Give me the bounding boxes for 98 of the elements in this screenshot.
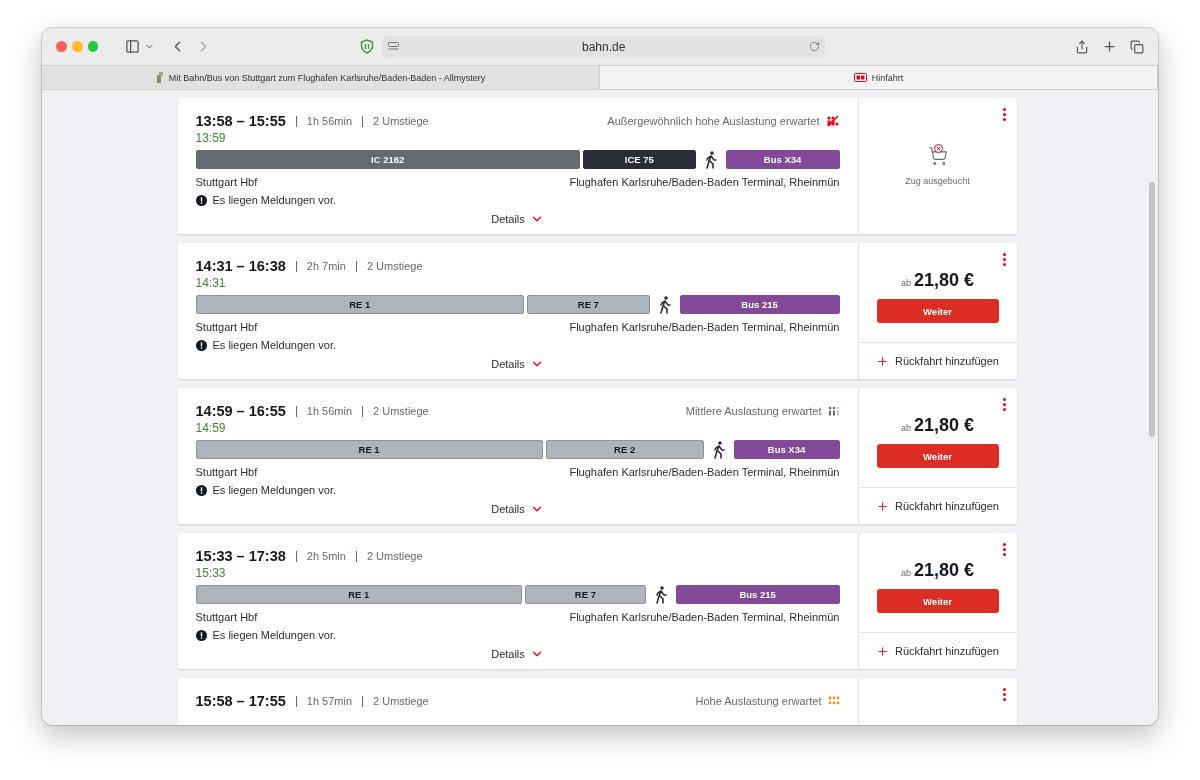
- train-segment: Bus X34: [733, 440, 840, 459]
- train-segment: RE 1: [195, 295, 525, 314]
- share-icon[interactable]: [1075, 39, 1089, 54]
- train-segment: IC 2162: [195, 150, 580, 169]
- more-options-icon[interactable]: [1002, 543, 1006, 556]
- destination-station: Flughafen Karlsruhe/Baden-Baden Terminal, Rheinmün: [569, 176, 840, 188]
- more-options-icon[interactable]: [1002, 253, 1006, 266]
- departure-arrival-times: 15:58 – 17:55: [195, 693, 286, 709]
- transfers: 2 Umstiege: [366, 260, 423, 272]
- continue-button[interactable]: Weiter: [876, 299, 999, 323]
- transfers: 2 Umstiege: [373, 115, 429, 127]
- sidebar-icon[interactable]: [125, 39, 141, 54]
- train-segment: RE 1: [195, 585, 523, 604]
- duration: 2h 7min: [306, 260, 346, 272]
- alert-icon: [195, 629, 207, 641]
- cart-unavailable-icon: [927, 146, 948, 166]
- address-bar[interactable]: bahn.de: [382, 35, 825, 58]
- browser-tab[interactable]: Hinfahrt: [600, 66, 1158, 89]
- plus-icon: [876, 354, 889, 368]
- price-prefix: ab: [900, 568, 911, 578]
- plus-icon: [876, 644, 889, 658]
- crowded-warning-icon: [825, 115, 840, 127]
- tab-title: Mit Bahn/Bus von Stuttgart zum Flughafen Karlsruhe/Baden-Baden - Allmystery: [168, 72, 486, 83]
- more-options-icon[interactable]: [1002, 398, 1006, 411]
- details-toggle[interactable]: Details: [491, 502, 544, 516]
- browser-tab[interactable]: Mit Bahn/Bus von Stuttgart zum Flughafen Karlsruhe/Baden-Baden - Allmystery: [42, 66, 600, 89]
- transfers: 2 Umstiege: [373, 405, 429, 417]
- departure-arrival-times: 15:33 – 17:38: [195, 548, 286, 564]
- destination-station: Flughafen Karlsruhe/Baden-Baden Terminal, Rheinmün: [569, 321, 840, 333]
- site-favicon-icon: [155, 72, 164, 83]
- occupancy-icon: [827, 696, 840, 706]
- train-segment: RE 1: [195, 440, 543, 459]
- booked-out-label: Zug ausgebucht: [905, 176, 970, 186]
- destination-station: Flughafen Karlsruhe/Baden-Baden Terminal, Rheinmün: [569, 466, 840, 478]
- train-segment: Bus 215: [675, 585, 840, 604]
- more-options-icon[interactable]: [1002, 688, 1006, 701]
- details-toggle[interactable]: Details: [491, 357, 544, 371]
- notice-text: Es liegen Meldungen vor.: [212, 339, 337, 351]
- departure-arrival-times: 13:58 – 15:55: [195, 113, 286, 129]
- alert-icon: [195, 484, 207, 496]
- train-segment: RE 7: [525, 585, 646, 604]
- notice-text: Es liegen Meldungen vor.: [212, 629, 337, 641]
- occupancy-label: Mittlere Auslastung erwartet: [685, 405, 822, 417]
- walking-person-icon: [658, 295, 671, 314]
- price: 21,80 €: [913, 560, 975, 581]
- page-menu-icon[interactable]: [388, 42, 400, 51]
- walking-person-icon: [654, 585, 667, 604]
- departure-arrival-times: 14:59 – 16:55: [195, 403, 286, 419]
- continue-button[interactable]: Weiter: [876, 589, 999, 613]
- continue-button[interactable]: Weiter: [876, 444, 999, 468]
- destination-station: Flughafen Karlsruhe/Baden-Baden Terminal, Rheinmün: [569, 611, 840, 623]
- plus-icon: [876, 499, 889, 513]
- transfers: 2 Umstiege: [373, 695, 429, 707]
- actual-departure-time: 14:59: [195, 421, 227, 435]
- shield-icon[interactable]: [360, 39, 375, 54]
- add-return-link[interactable]: Rückfahrt hinzufügen: [858, 488, 1017, 524]
- duration: 1h 56min: [306, 115, 353, 127]
- price: 21,80 €: [913, 270, 975, 291]
- reload-icon[interactable]: [809, 41, 820, 52]
- train-segment: RE 7: [527, 295, 650, 314]
- walking-person-icon: [704, 150, 717, 169]
- more-options-icon[interactable]: [1002, 108, 1006, 121]
- details-toggle[interactable]: Details: [491, 212, 544, 226]
- details-toggle[interactable]: Details: [491, 647, 544, 661]
- duration: 1h 56min: [306, 405, 353, 417]
- db-logo-icon: [853, 73, 867, 82]
- notice-text: Es liegen Meldungen vor.: [212, 484, 337, 496]
- notice-text: Es liegen Meldungen vor.: [212, 194, 337, 206]
- tab-title: Hinfahrt: [871, 72, 904, 83]
- actual-departure-time: 15:33: [195, 566, 227, 580]
- origin-station: Stuttgart Hbf: [195, 466, 258, 478]
- train-segment: Bus X34: [725, 150, 840, 169]
- train-segment: RE 2: [545, 440, 704, 459]
- walking-person-icon: [712, 440, 725, 459]
- train-segment: ICE 75: [582, 150, 696, 169]
- price-prefix: ab: [900, 278, 911, 288]
- add-return-link[interactable]: Rückfahrt hinzufügen: [858, 633, 1017, 669]
- occupancy-label: Außergewöhnlich hohe Auslastung erwartet: [607, 115, 820, 127]
- origin-station: Stuttgart Hbf: [195, 611, 258, 623]
- duration: 2h 5min: [306, 550, 346, 562]
- add-return-link[interactable]: Rückfahrt hinzufügen: [858, 343, 1017, 379]
- actual-departure-time: 14:31: [195, 276, 227, 290]
- actual-departure-time: 13:59: [195, 131, 227, 145]
- transfers: 2 Umstiege: [366, 550, 423, 562]
- occupancy-label: Hohe Auslastung erwartet: [695, 695, 822, 707]
- departure-arrival-times: 14:31 – 16:38: [195, 258, 286, 274]
- alert-icon: [195, 194, 207, 206]
- price: 21,80 €: [913, 415, 975, 436]
- new-tab-icon[interactable]: [1102, 39, 1117, 54]
- origin-station: Stuttgart Hbf: [195, 176, 258, 188]
- price-prefix: ab: [900, 423, 911, 433]
- alert-icon: [195, 339, 207, 351]
- tab-overview-icon[interactable]: [1130, 39, 1144, 54]
- occupancy-icon: [827, 406, 840, 416]
- duration: 1h 57min: [306, 695, 353, 707]
- close-window-button[interactable]: [56, 41, 67, 52]
- train-segment: Bus 215: [679, 295, 840, 314]
- origin-station: Stuttgart Hbf: [195, 321, 258, 333]
